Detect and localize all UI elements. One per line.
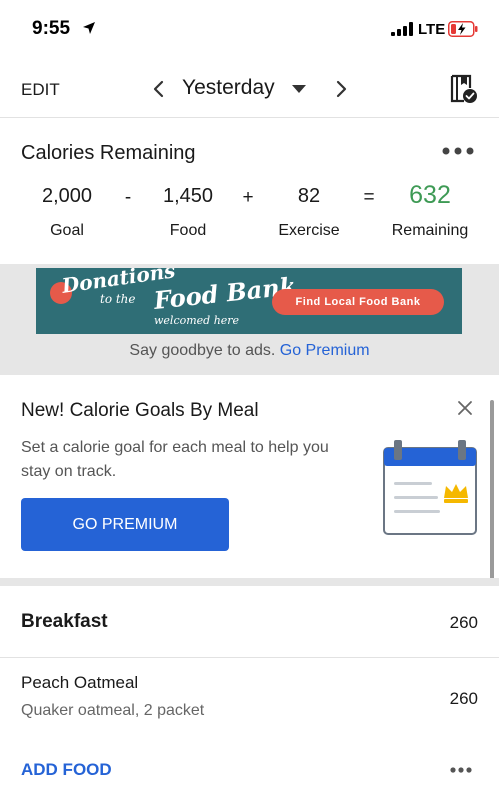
ad-area: Donations to the Food Bank welcomed here…: [0, 264, 499, 375]
status-bar: 9:55 LTE: [0, 0, 499, 62]
calendar-crown-icon: [383, 440, 477, 535]
add-food-button[interactable]: ADD FOOD: [21, 760, 112, 780]
location-arrow-icon: [83, 22, 95, 34]
date-selector[interactable]: Yesterday: [182, 76, 275, 100]
food-label: Food: [169, 222, 207, 239]
plus-operator: +: [242, 187, 254, 208]
equals-operator: =: [363, 187, 375, 208]
chevron-left-icon[interactable]: [150, 78, 168, 100]
remaining-label: Remaining: [391, 222, 469, 239]
more-options-icon[interactable]: [441, 145, 475, 157]
ad-line-2: to the: [100, 292, 136, 306]
go-premium-link[interactable]: Go Premium: [280, 342, 370, 359]
calories-remaining-title: Calories Remaining: [21, 142, 196, 164]
exercise-label: Exercise: [278, 222, 340, 239]
ad-line-4: welcomed here: [154, 314, 240, 327]
chevron-right-icon[interactable]: [332, 78, 350, 100]
remove-ads-message: Say goodbye to ads. Go Premium: [0, 342, 499, 360]
calories-remaining-card[interactable]: Calories Remaining 2,000 Goal - 1,450 Fo…: [0, 119, 499, 264]
promo-description: Set a calorie goal for each meal to help…: [21, 439, 329, 480]
goal-label: Goal: [50, 222, 84, 239]
food-entry-row[interactable]: Peach Oatmeal Quaker oatmeal, 2 packet 2…: [0, 659, 499, 739]
minus-operator: -: [124, 187, 132, 208]
status-time: 9:55: [32, 18, 71, 39]
diary-nav-bar: EDIT Yesterday: [0, 62, 499, 118]
meal-name: Breakfast: [21, 611, 108, 632]
meal-header-breakfast[interactable]: Breakfast 260: [0, 586, 499, 658]
signal-icon: [391, 22, 413, 36]
meal-goals-promo-card: New! Calorie Goals By Meal Set a calorie…: [0, 375, 499, 578]
go-premium-button[interactable]: GO PREMIUM: [21, 498, 229, 551]
network-type: LTE: [418, 21, 446, 38]
food-detail: Quaker oatmeal, 2 packet: [21, 702, 205, 719]
food-name: Peach Oatmeal: [21, 673, 139, 692]
food-value: 1,450: [162, 185, 214, 207]
battery-charging-icon: [448, 21, 478, 37]
remove-ads-text: Say goodbye to ads.: [129, 342, 276, 359]
food-calories: 260: [449, 689, 478, 708]
goal-value: 2,000: [41, 185, 93, 207]
section-divider: [0, 578, 499, 586]
scrollbar-thumb[interactable]: [490, 400, 494, 600]
exercise-value: 82: [297, 185, 321, 207]
close-icon[interactable]: [457, 400, 473, 416]
ad-cta-button[interactable]: Find Local Food Bank: [272, 289, 444, 315]
caret-down-icon[interactable]: [292, 85, 306, 94]
remaining-value: 632: [409, 181, 451, 209]
diary-check-icon[interactable]: [448, 74, 478, 104]
edit-button[interactable]: EDIT: [21, 80, 60, 100]
food-bank-ad-banner[interactable]: Donations to the Food Bank welcomed here…: [36, 268, 462, 334]
promo-title: New! Calorie Goals By Meal: [21, 400, 259, 421]
meal-more-options-icon[interactable]: [450, 766, 472, 774]
meal-calories: 260: [449, 613, 478, 632]
